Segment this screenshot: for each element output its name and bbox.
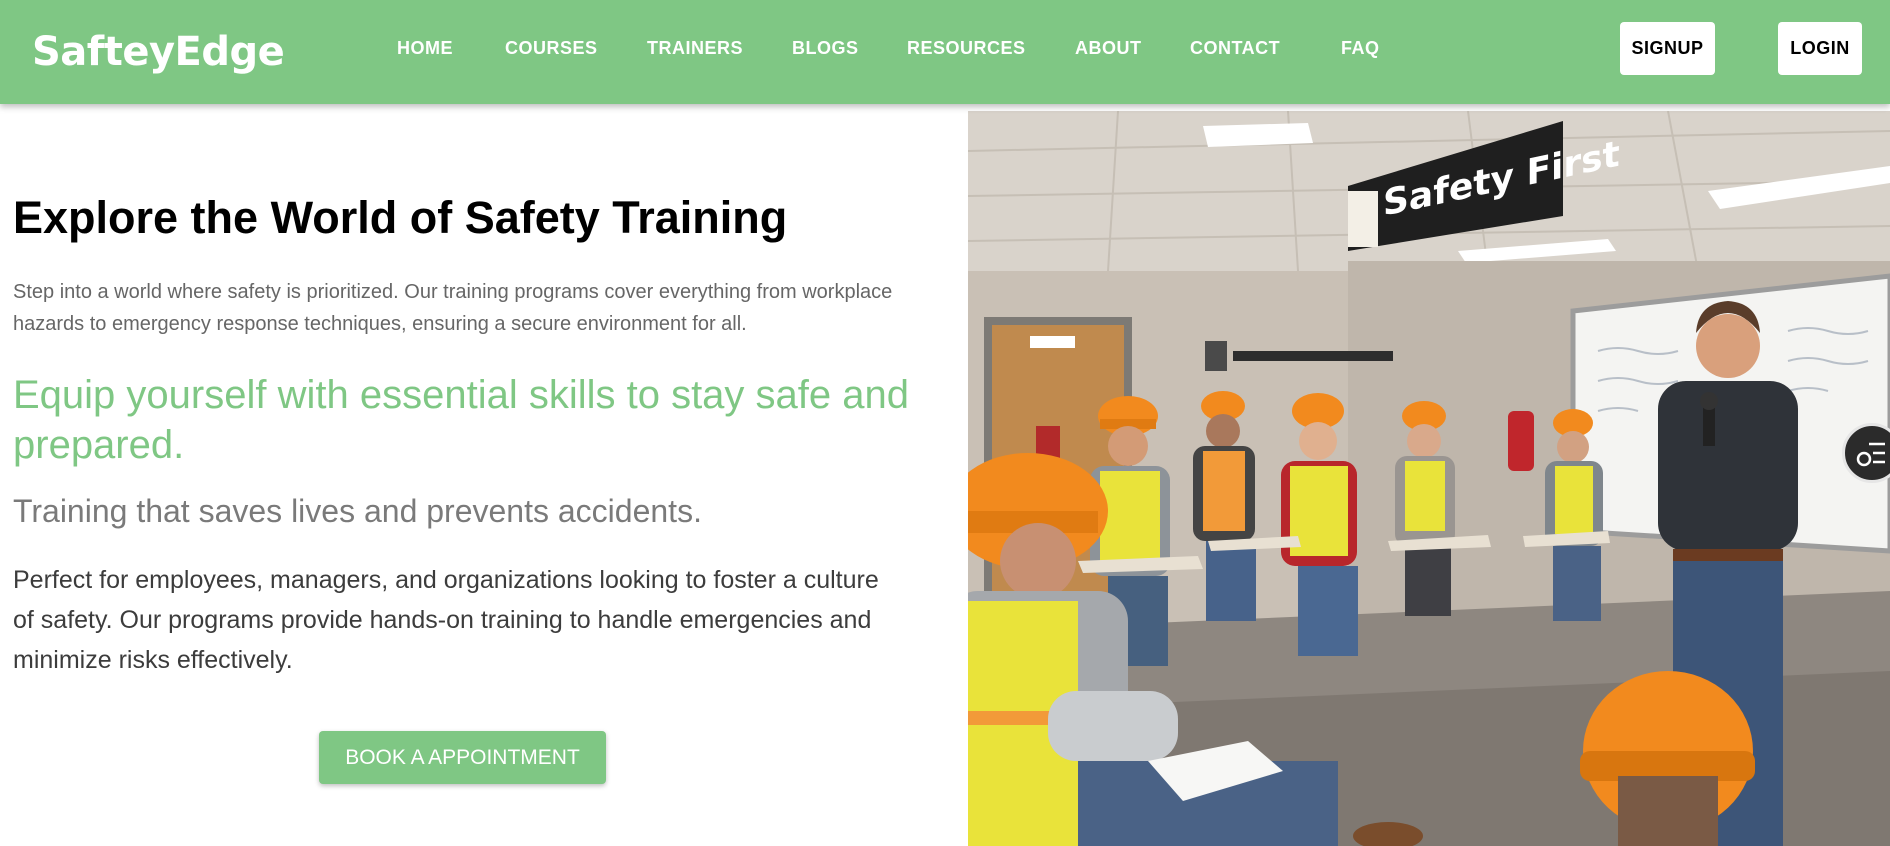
login-button[interactable]: LOGIN [1778,22,1862,75]
hero-title: Explore the World of Safety Training [13,192,788,243]
nav-home[interactable]: HOME [397,36,453,60]
book-appointment-button[interactable]: BOOK A APPOINTMENT [319,731,606,784]
hero-image: Safety First [968,111,1890,846]
brand-logo[interactable]: SafteyEdge [32,24,285,80]
signup-button[interactable]: SIGNUP [1620,22,1715,75]
hero-intro: Step into a world where safety is priori… [13,281,893,335]
hero-tagline: Equip yourself with essential skills to … [13,373,909,467]
hero-body: Perfect for employees, managers, and org… [13,566,879,674]
classroom-illustration: Safety First [968,111,1890,846]
nav-about[interactable]: ABOUT [1075,36,1142,60]
nav-courses[interactable]: COURSES [505,36,598,60]
top-navbar: SafteyEdge HOME COURSES TRAINERS BLOGS R… [0,0,1890,104]
nav-trainers[interactable]: TRAINERS [647,36,743,60]
list-menu-icon [1856,442,1885,467]
floating-widget-button[interactable] [1842,423,1890,483]
nav-resources[interactable]: RESOURCES [907,36,1026,60]
hero-subheading: Training that saves lives and prevents a… [13,493,702,529]
nav-faq[interactable]: FAQ [1341,36,1380,60]
nav-blogs[interactable]: BLOGS [792,36,859,60]
nav-contact[interactable]: CONTACT [1190,36,1280,60]
